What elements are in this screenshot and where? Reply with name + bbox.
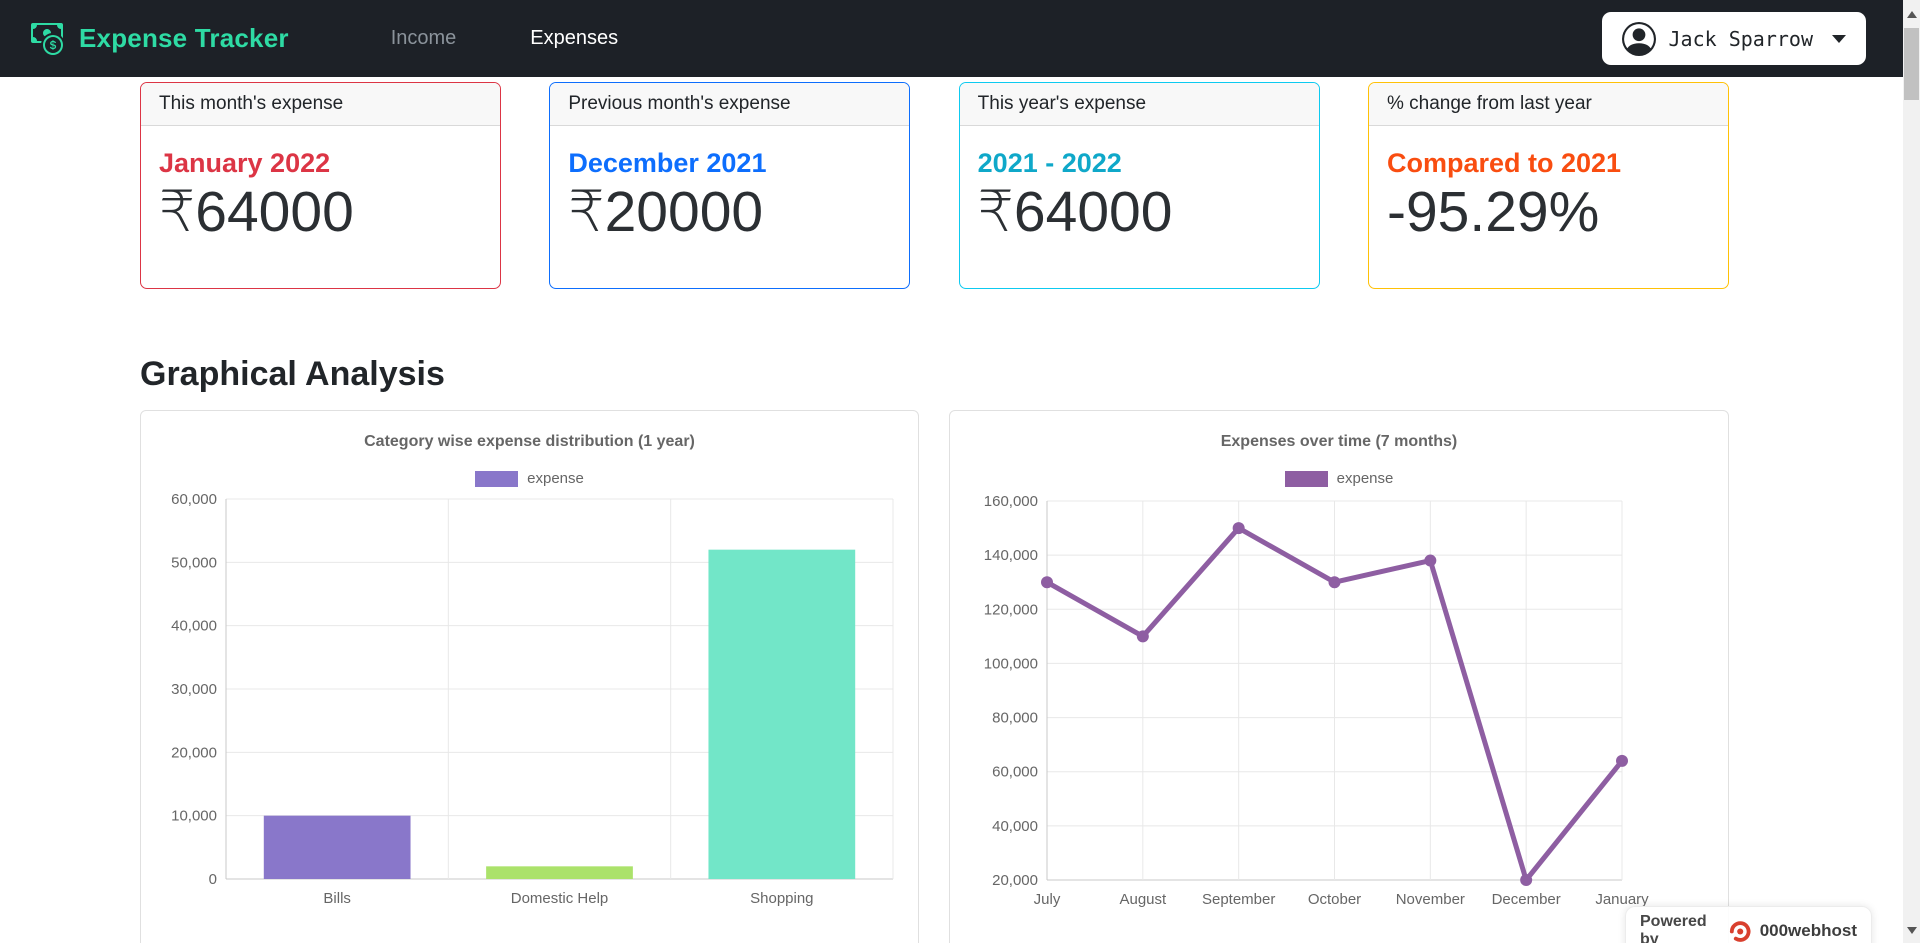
- bar-chart-plot: 0 10,000 20,000 30,000 40,000 50,000 60,000 Bil…: [171, 491, 894, 907]
- svg-text:40,000: 40,000: [171, 618, 217, 635]
- svg-text:60,000: 60,000: [992, 764, 1038, 781]
- chevron-down-icon: [1832, 34, 1846, 43]
- scroll-up-arrow[interactable]: [1903, 6, 1920, 23]
- brand[interactable]: Expense Tracker: [27, 22, 289, 55]
- nav-item-expenses[interactable]: Expenses: [514, 17, 634, 60]
- card-subtitle: December 2021: [568, 148, 767, 178]
- card-subtitle: Compared to 2021: [1386, 148, 1622, 178]
- card-this-month: This month's expense January 2022 ₹64000: [140, 82, 501, 289]
- 000webhost-logo-icon: [1730, 920, 1751, 942]
- svg-text:60,000: 60,000: [171, 491, 217, 508]
- card-body: Compared to 2021 -95.29%: [1369, 126, 1728, 243]
- summary-cards-row: This month's expense January 2022 ₹64000…: [140, 82, 1729, 289]
- person-circle-icon: [1621, 21, 1656, 56]
- card-subtitle: 2021 - 2022: [977, 148, 1122, 178]
- scrollbar-thumb[interactable]: [1904, 28, 1919, 100]
- card-body: January 2022 ₹64000: [141, 126, 500, 243]
- user-name: Jack Sparrow: [1668, 26, 1814, 51]
- section-title: Graphical Analysis: [140, 355, 445, 393]
- nav-item-income[interactable]: Income: [375, 17, 473, 60]
- svg-text:100,000: 100,000: [984, 655, 1038, 672]
- card-header: This month's expense: [141, 83, 500, 126]
- powered-by-badge[interactable]: Powered by 000webhost: [1625, 906, 1872, 943]
- svg-text:0: 0: [209, 871, 217, 888]
- card-body: 2021 - 2022 ₹64000: [960, 126, 1319, 243]
- card-body: December 2021 ₹20000: [550, 126, 909, 243]
- legend-swatch: [1284, 470, 1328, 487]
- svg-text:50,000: 50,000: [171, 554, 217, 571]
- svg-text:December: December: [1492, 891, 1561, 908]
- card-value: -95.29%: [1386, 180, 1600, 244]
- card-value: ₹20000: [568, 180, 764, 244]
- bar-chart-card: Category wise expense distribution (1 ye…: [140, 410, 919, 943]
- powered-by-label: Powered by: [1640, 913, 1707, 943]
- svg-text:Domestic Help: Domestic Help: [511, 890, 609, 907]
- card-subtitle: January 2022: [159, 148, 331, 178]
- line-chart-title: Expenses over time (7 months): [1220, 433, 1458, 450]
- card-value: ₹64000: [159, 180, 354, 244]
- card-this-year: This year's expense 2021 - 2022 ₹64000: [958, 82, 1320, 289]
- card-header: % change from last year: [1368, 83, 1728, 126]
- card-header: Previous month's expense: [550, 83, 910, 126]
- svg-text:20,000: 20,000: [992, 872, 1038, 889]
- svg-text:10,000: 10,000: [171, 808, 217, 825]
- svg-text:November: November: [1396, 891, 1465, 908]
- line-chart-card: Expenses over time (7 months) expense 20…: [949, 410, 1729, 943]
- legend-label: expense: [527, 470, 584, 487]
- svg-text:30,000: 30,000: [171, 681, 217, 698]
- svg-text:80,000: 80,000: [992, 710, 1038, 727]
- svg-text:140,000: 140,000: [984, 547, 1038, 564]
- svg-text:October: October: [1308, 891, 1361, 908]
- top-navbar: Expense Tracker Income Expenses Jack Spa…: [0, 0, 1903, 77]
- user-menu-button[interactable]: Jack Sparrow: [1601, 12, 1866, 65]
- card-previous-month: Previous month's expense December 2021 ₹…: [549, 82, 911, 289]
- svg-text:Shopping: Shopping: [750, 890, 813, 907]
- svg-text:July: July: [1034, 891, 1061, 908]
- charts-row: Category wise expense distribution (1 ye…: [140, 410, 1729, 943]
- brand-title: Expense Tracker: [79, 23, 289, 53]
- svg-text:Bills: Bills: [323, 890, 351, 907]
- svg-text:120,000: 120,000: [984, 601, 1038, 618]
- card-percent-change: % change from last year Compared to 2021…: [1367, 82, 1729, 289]
- legend-label: expense: [1336, 470, 1394, 487]
- scroll-down-arrow[interactable]: [1903, 922, 1920, 939]
- line-chart-legend[interactable]: expense: [950, 470, 1728, 487]
- cash-coin-icon: [31, 22, 63, 55]
- powered-by-brand: 000webhost: [1759, 921, 1857, 940]
- legend-swatch: [475, 470, 519, 487]
- line-chart-plot: 20,000 40,000 60,000 80,000 100,000 120,000 14…: [984, 493, 1649, 908]
- bar-chart-title: Category wise expense distribution (1 ye…: [364, 433, 695, 450]
- svg-text:40,000: 40,000: [992, 818, 1038, 835]
- bar-chart-legend[interactable]: expense: [141, 470, 918, 487]
- card-header: This year's expense: [959, 83, 1319, 126]
- vertical-scrollbar[interactable]: [1903, 0, 1920, 943]
- card-value: ₹64000: [977, 180, 1173, 244]
- svg-text:August: August: [1119, 891, 1167, 908]
- svg-text:20,000: 20,000: [171, 744, 217, 761]
- svg-text:160,000: 160,000: [984, 493, 1038, 510]
- main-nav: Income Expenses: [375, 17, 634, 60]
- svg-text:September: September: [1202, 891, 1275, 908]
